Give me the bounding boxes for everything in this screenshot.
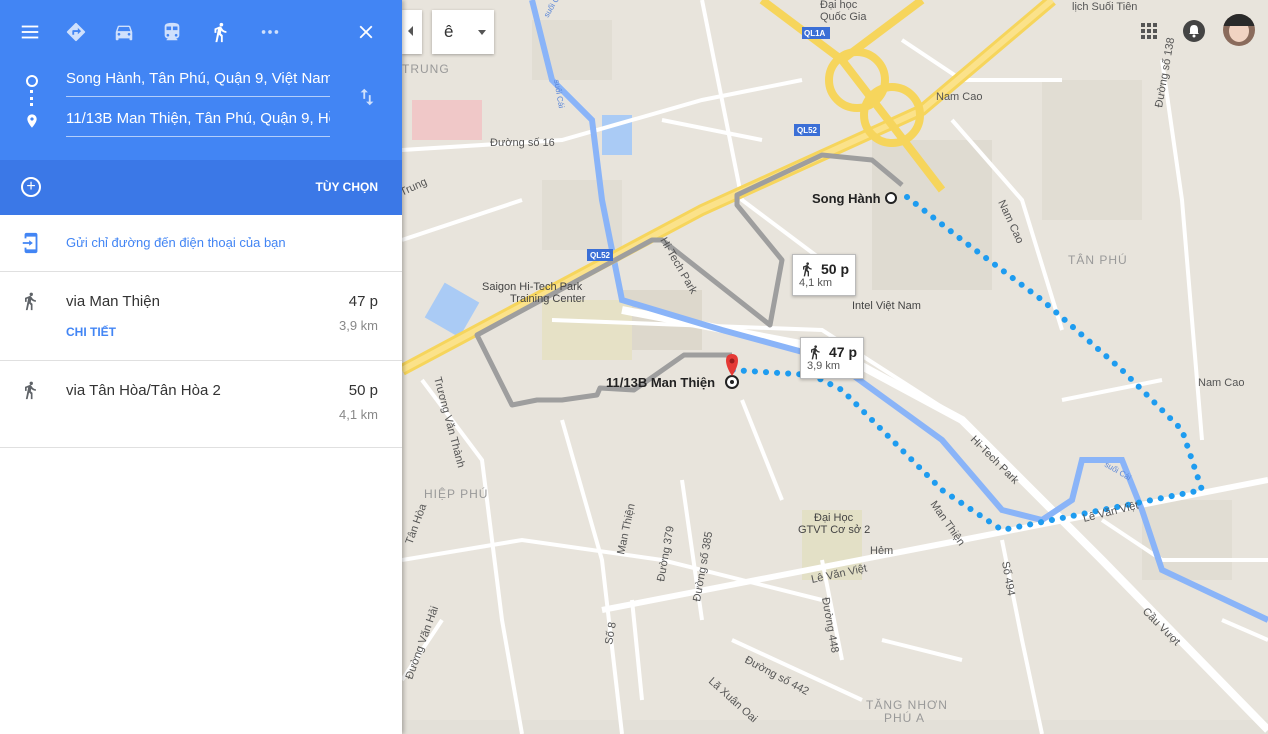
origin-input[interactable]: Song Hành, Tân Phú, Quận 9, Việt Nam bbox=[66, 66, 330, 97]
route-dots bbox=[30, 90, 36, 106]
callout-duration: 50 p bbox=[821, 261, 850, 277]
callout-distance: 3,9 km bbox=[807, 360, 841, 372]
details-link[interactable]: CHI TIẾT bbox=[66, 325, 116, 339]
origin-dot-icon bbox=[26, 75, 38, 87]
route-distance: 3,9 km bbox=[338, 318, 378, 333]
menu-icon[interactable] bbox=[16, 18, 44, 46]
place-dh-gtvt: Đại Học bbox=[814, 512, 854, 524]
route-duration: 47 p bbox=[348, 293, 378, 310]
directions-header: Song Hành, Tân Phú, Quận 9, Việt Nam 11/… bbox=[0, 0, 402, 160]
ql52-shield-label-2: QL52 bbox=[590, 251, 611, 260]
place-intel: Intel Việt Nam bbox=[852, 300, 921, 312]
road-nam-cao: Nam Cao bbox=[936, 91, 982, 103]
collapse-panel-button[interactable] bbox=[402, 10, 422, 54]
area-tang-nhon-2: PHÚ A bbox=[884, 710, 925, 725]
road-nam-cao-3: Nam Cao bbox=[1198, 377, 1244, 389]
route-callout-alt[interactable]: 50 p 4,1 km bbox=[792, 254, 856, 296]
road-duong16: Đường số 16 bbox=[490, 137, 555, 149]
place-university-2: Quốc Gia bbox=[820, 11, 867, 23]
swap-icon[interactable] bbox=[356, 86, 378, 113]
origin-label: Song Hành bbox=[812, 191, 881, 206]
destination-pin-icon bbox=[24, 112, 40, 135]
send-to-phone-icon bbox=[20, 232, 42, 259]
destination-label: 11/13B Man Thiện bbox=[606, 375, 715, 390]
transit-icon[interactable] bbox=[158, 18, 186, 46]
road-hem: Hẻm bbox=[870, 545, 893, 557]
avatar[interactable] bbox=[1223, 14, 1255, 46]
area-tang-nhon: TĂNG NHƠN bbox=[866, 697, 948, 712]
destination-input[interactable]: 11/13B Man Thiện, Tân Phú, Quận 9, Hồ Ch… bbox=[66, 106, 330, 137]
route-via: via Man Thiện bbox=[66, 293, 160, 310]
directions-panel: Song Hành, Tân Phú, Quận 9, Việt Nam 11/… bbox=[0, 0, 402, 734]
close-icon[interactable] bbox=[352, 18, 380, 46]
route-option-1[interactable]: via Man Thiện 47 p 3,9 km CHI TIẾT bbox=[0, 271, 402, 361]
map-type-toggle[interactable]: ê bbox=[432, 10, 494, 54]
place-hitech-training: Saigon Hi-Tech Park bbox=[482, 281, 583, 293]
add-destination-icon[interactable]: + bbox=[21, 177, 41, 197]
area-hiep-phu: HIỆP PHÚ bbox=[424, 486, 488, 501]
chevron-down-icon bbox=[478, 30, 486, 35]
chevron-left-icon bbox=[408, 26, 413, 36]
place-hitech-training-2: Training Center bbox=[510, 293, 586, 305]
options-bar: + TÙY CHỌN bbox=[0, 160, 402, 215]
options-button[interactable]: TÙY CHỌN bbox=[316, 180, 378, 194]
place-university: Đại học bbox=[820, 0, 858, 11]
callout-duration: 47 p bbox=[829, 344, 858, 360]
route-distance: 4,1 km bbox=[338, 407, 378, 422]
send-to-phone-row[interactable]: Gửi chỉ đường đến điện thoại của bạn bbox=[0, 215, 402, 272]
walk-mode-icon[interactable] bbox=[206, 18, 234, 46]
walk-icon bbox=[20, 378, 40, 402]
ql52-shield-label: QL52 bbox=[797, 126, 818, 135]
route-callout-main[interactable]: 47 p 3,9 km bbox=[800, 337, 864, 379]
area-tan-phu: TÂN PHÚ bbox=[1068, 252, 1128, 267]
ql1a-shield-label: QL1A bbox=[804, 29, 826, 38]
car-icon[interactable] bbox=[110, 18, 138, 46]
notifications-icon[interactable] bbox=[1183, 20, 1205, 42]
route-option-2[interactable]: via Tân Hòa/Tân Hòa 2 50 p 4,1 km bbox=[0, 360, 402, 448]
route-via: via Tân Hòa/Tân Hòa 2 bbox=[66, 382, 221, 399]
walk-icon bbox=[20, 289, 40, 313]
apps-icon[interactable] bbox=[1140, 22, 1158, 40]
area-trung: TRUNG bbox=[402, 62, 450, 76]
route-duration: 50 p bbox=[348, 382, 378, 399]
directions-icon[interactable] bbox=[62, 18, 90, 46]
place-dh-gtvt-2: GTVT Cơ sở 2 bbox=[798, 524, 870, 536]
callout-distance: 4,1 km bbox=[799, 277, 833, 289]
more-icon[interactable] bbox=[256, 18, 284, 46]
map-type-label: ê bbox=[444, 22, 454, 41]
place-lich-suoi-tien: lịch Suối Tiên bbox=[1072, 1, 1137, 13]
send-to-phone-label: Gửi chỉ đường đến điện thoại của bạn bbox=[66, 235, 286, 250]
